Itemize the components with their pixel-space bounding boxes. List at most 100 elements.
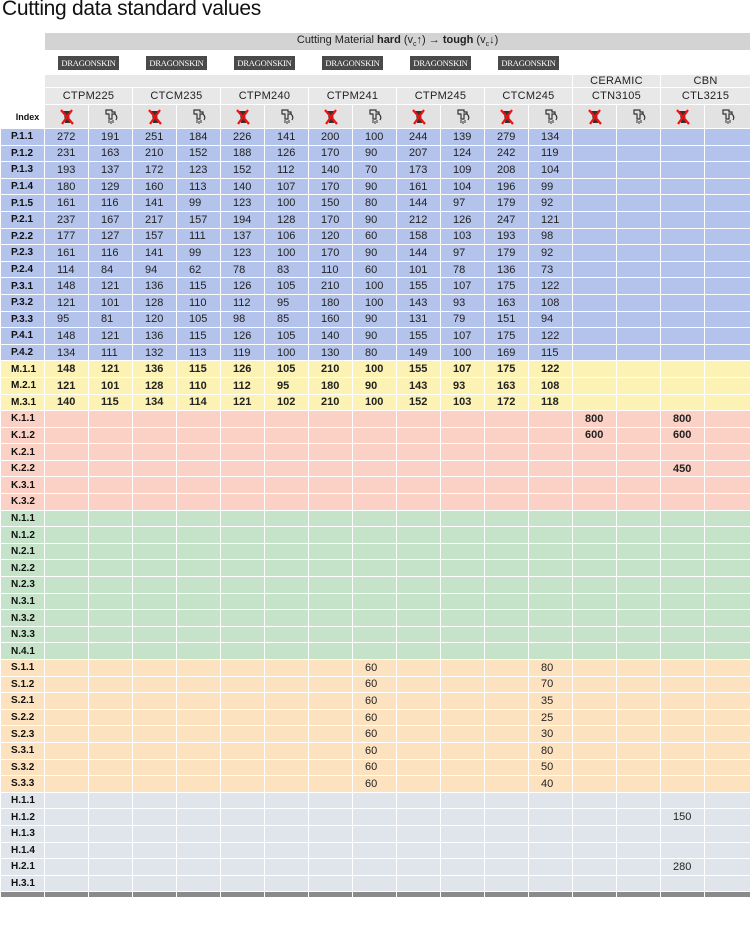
table-cell	[660, 376, 705, 395]
table-cell: 102	[264, 393, 309, 412]
table-cell: 101	[396, 260, 441, 279]
table-cell	[660, 542, 705, 561]
table-cell	[308, 741, 353, 760]
table-cell	[176, 592, 221, 611]
table-cell	[616, 393, 661, 412]
table-cell	[703, 725, 750, 743]
table-cell	[264, 459, 309, 478]
table-cell	[484, 874, 529, 893]
table-cell: 170	[308, 144, 353, 163]
table-cell	[703, 791, 750, 810]
table-cell: 121	[44, 376, 89, 395]
table-cell	[703, 741, 750, 760]
table-cell	[220, 576, 265, 594]
table-row: K.2.1	[0, 443, 750, 461]
table-cell: 136	[484, 260, 529, 279]
table-cell: 179	[484, 194, 529, 212]
table-row: P.3.2 121 101 128 110 112 95 180 100 143 93 163 108	[0, 293, 750, 312]
index-header: Index	[0, 104, 45, 129]
row-index: P.1.3	[0, 161, 45, 179]
table-cell	[44, 858, 89, 876]
table-cell	[308, 426, 353, 445]
table-cell: 107	[440, 277, 485, 295]
table-cell: 148	[44, 327, 89, 345]
table-cell: 217	[132, 210, 177, 229]
table-cell	[264, 642, 309, 660]
table-cell	[572, 144, 617, 163]
table-cell	[88, 493, 133, 511]
table-row: P.1.3 193 137 172 123 152 112 140 70 173 109 208 104	[0, 161, 750, 179]
table-cell	[572, 592, 617, 611]
table-cell	[528, 493, 573, 511]
table-cell: 119	[528, 144, 573, 163]
row-index: N.3.2	[0, 609, 45, 627]
row-index: M.1.1	[0, 360, 45, 378]
table-cell: 126	[264, 144, 309, 163]
table-cell	[660, 327, 705, 345]
row-index: P.2.1	[0, 210, 45, 229]
table-cell	[44, 609, 89, 627]
table-cell: 90	[352, 327, 397, 345]
table-cell	[132, 559, 177, 578]
table-cell: 158	[396, 227, 441, 246]
row-index: K.2.2	[0, 459, 45, 478]
table-cell	[132, 625, 177, 644]
table-cell	[703, 542, 750, 561]
table-cell: 95	[264, 376, 309, 395]
table-cell: 78	[220, 260, 265, 279]
table-row: M.1.1 148 121 136 115 126 105 210 100 155 107 175 12…	[0, 360, 750, 378]
table-row: P.1.2 231 163 210 152 188 126 170 90 207 124 242 119	[0, 144, 750, 163]
table-cell	[616, 277, 661, 295]
table-cell	[88, 443, 133, 461]
table-cell	[660, 775, 705, 793]
table-cell	[220, 526, 265, 544]
table-cell	[703, 642, 750, 660]
table-cell: 169	[484, 343, 529, 362]
table-cell	[132, 576, 177, 594]
table-cell	[176, 642, 221, 660]
table-cell: 152	[396, 393, 441, 412]
grade-ctpm245: CTPM245	[396, 87, 485, 105]
table-cell	[264, 791, 309, 810]
table-cell	[572, 277, 617, 295]
table-cell: 30	[528, 725, 573, 743]
table-cell	[352, 509, 397, 528]
table-cell	[308, 625, 353, 644]
table-cell: 100	[352, 293, 397, 312]
table-cell: 173	[396, 161, 441, 179]
table-cell: 136	[132, 360, 177, 378]
table-cell	[396, 858, 441, 876]
table-cell	[264, 576, 309, 594]
table-cell	[616, 609, 661, 627]
table-cell	[703, 426, 750, 445]
table-cell: 157	[132, 227, 177, 246]
table-cell: 600	[572, 426, 617, 445]
table-cell	[440, 775, 485, 793]
table-cell	[44, 459, 89, 478]
table-cell	[88, 775, 133, 793]
table-cell: 161	[44, 194, 89, 212]
table-cell: 104	[440, 177, 485, 196]
table-cell	[176, 426, 221, 445]
cutting-material-band: Cutting Material hard (vc↑) → tough (vc↓…	[43, 32, 750, 51]
table-cell	[528, 459, 573, 478]
table-cell: 60	[352, 227, 397, 246]
table-cell: 70	[352, 161, 397, 179]
table-cell	[220, 625, 265, 644]
table-cell: 104	[528, 161, 573, 179]
table-cell	[703, 277, 750, 295]
table-cell: 94	[528, 310, 573, 329]
table-cell: 107	[264, 177, 309, 196]
table-cell: 180	[44, 177, 89, 196]
table-cell	[616, 144, 661, 163]
table-cell	[308, 725, 353, 743]
table-cell: 50	[528, 758, 573, 777]
table-cell	[484, 675, 529, 694]
dry-cutting-icon	[235, 108, 250, 125]
table-cell	[264, 841, 309, 860]
table-cell: 122	[528, 277, 573, 295]
table-row: P.2.3 161 116 141 99 123 100 170 90 144 97 179 92	[0, 244, 750, 262]
table-cell: 247	[484, 210, 529, 229]
dragonskin-logo: DRAGONSKIN	[58, 55, 119, 70]
cutting-data-table: Cutting Material hard (vc↑) → tough (vc↓…	[0, 32, 750, 899]
